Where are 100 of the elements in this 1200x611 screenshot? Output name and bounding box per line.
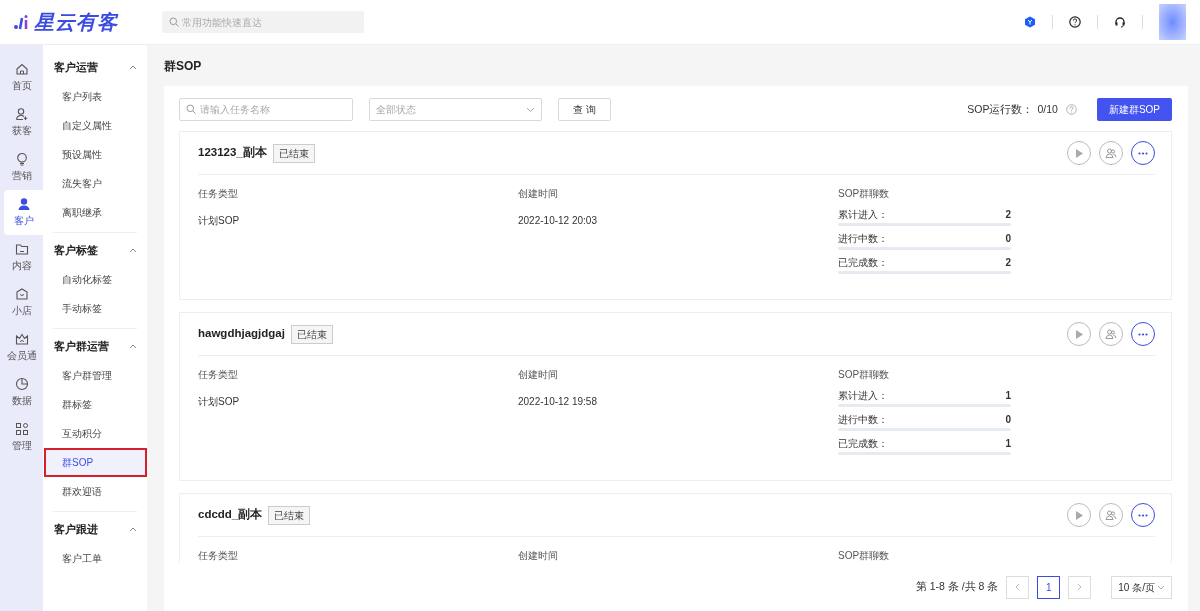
sidebar-group-title: 客户跟进: [54, 522, 98, 538]
chevron-up-icon[interactable]: [129, 344, 137, 349]
play-button[interactable]: [1067, 322, 1091, 346]
field-label: 创建时间: [518, 187, 559, 201]
help-icon[interactable]: [1069, 16, 1081, 28]
avatar[interactable]: [1159, 4, 1186, 40]
sidebar-item[interactable]: 客户工单: [44, 544, 147, 573]
chevron-down-icon: [1157, 584, 1165, 590]
field-label: 创建时间: [518, 368, 559, 382]
rail-item[interactable]: 获客: [0, 100, 43, 145]
folder-icon: [14, 242, 29, 256]
group-members-button[interactable]: [1099, 141, 1123, 165]
pagination-summary: 第 1-8 条 /共 8 条: [915, 579, 999, 595]
lightbulb-icon: [14, 152, 29, 166]
field-value: 计划SOP: [198, 395, 241, 409]
stat-label: 累计进入：: [838, 389, 888, 403]
shop-icon: [14, 287, 29, 301]
more-icon: [1138, 151, 1148, 155]
sidebar-item[interactable]: 离职继承: [44, 198, 147, 227]
user-icon: [16, 197, 31, 211]
query-button[interactable]: 查 询: [558, 98, 611, 121]
field-value: 计划SOP: [198, 214, 241, 228]
task-name: cdcdd_副本: [198, 507, 263, 523]
status-tag: 已结束: [290, 324, 333, 344]
stat-value: 2: [1005, 208, 1011, 222]
task-name: hawgdhjagjdgaj: [198, 326, 285, 342]
more-icon: [1138, 513, 1148, 517]
status-tag: 已结束: [268, 505, 311, 525]
logo-icon: [14, 14, 30, 30]
stat-label: 已完成数：: [838, 256, 888, 270]
play-icon: [1074, 147, 1084, 159]
group-members-button[interactable]: [1099, 503, 1123, 527]
chevron-up-icon[interactable]: [129, 65, 137, 70]
field-label: 任务类型: [198, 549, 239, 563]
rail-item[interactable]: 小店: [0, 280, 43, 325]
rail-item[interactable]: 管理: [0, 415, 43, 460]
sidebar-item[interactable]: 自定义属性: [44, 111, 147, 140]
hexagon-icon[interactable]: [1024, 16, 1036, 28]
group-members-button[interactable]: [1099, 322, 1123, 346]
sidebar-group-title: 客户标签: [54, 243, 98, 259]
sidebar-item[interactable]: 自动化标签: [44, 265, 147, 294]
field-label: 任务类型: [198, 187, 239, 201]
stat-value: 0: [1005, 232, 1011, 246]
rail-item[interactable]: 内容: [0, 235, 43, 280]
task-name: 123123_副本: [198, 145, 267, 161]
stats-title: SOP群聊数: [838, 187, 891, 201]
field-value: 2022-10-12 20:03: [518, 214, 598, 228]
rail-item[interactable]: 客户: [4, 190, 43, 235]
crown-icon: [14, 332, 29, 346]
new-sop-button[interactable]: 新建群SOP: [1096, 98, 1172, 121]
field-label: 任务类型: [198, 368, 239, 382]
play-button[interactable]: [1067, 503, 1091, 527]
stat-value: 1: [1005, 437, 1011, 451]
sidebar-item[interactable]: 预设属性: [44, 140, 147, 169]
rail-item[interactable]: 首页: [0, 55, 43, 100]
field-value: 2022-10-12 19:58: [518, 395, 598, 409]
stat-label: 已完成数：: [838, 437, 888, 451]
people-icon: [1105, 328, 1117, 340]
people-icon: [1105, 509, 1117, 521]
chevron-left-icon: [1015, 583, 1021, 591]
headset-icon[interactable]: [1114, 16, 1126, 28]
sidebar-item[interactable]: 客户群管理: [44, 361, 147, 390]
stat-value: 2: [1005, 256, 1011, 270]
people-icon: [1105, 147, 1117, 159]
sidebar-item[interactable]: 流失客户: [44, 169, 147, 198]
sidebar-item[interactable]: 互动积分: [44, 419, 147, 448]
sidebar-item[interactable]: 群欢迎语: [44, 477, 147, 506]
rail-item[interactable]: 数据: [0, 370, 43, 415]
play-icon: [1074, 328, 1084, 340]
more-icon: [1138, 332, 1148, 336]
play-icon: [1074, 509, 1084, 521]
stat-value: 0: [1005, 413, 1011, 427]
chevron-down-icon: [526, 106, 535, 113]
rail-item[interactable]: 会员通: [0, 325, 43, 370]
sidebar-item[interactable]: 群SOP: [44, 448, 147, 477]
sidebar-item[interactable]: 客户列表: [44, 82, 147, 111]
sidebar-item[interactable]: 手动标签: [44, 294, 147, 323]
task-search-field[interactable]: 请输入任务名称: [179, 98, 353, 121]
chevron-right-icon: [1077, 583, 1083, 591]
sidebar-item[interactable]: 群标签: [44, 390, 147, 419]
field-label: 创建时间: [518, 549, 559, 563]
page-button[interactable]: 1: [1037, 575, 1061, 599]
stats-title: SOP群聊数: [838, 368, 891, 382]
stat-label: 累计进入：: [838, 208, 888, 222]
more-button[interactable]: [1131, 141, 1155, 165]
play-button[interactable]: [1067, 141, 1091, 165]
chevron-up-icon[interactable]: [129, 527, 137, 532]
stat-label: 进行中数：: [838, 413, 888, 427]
rail-item[interactable]: 营销: [0, 145, 43, 190]
page-size-select[interactable]: 10 条/页: [1111, 575, 1172, 599]
grid-icon: [14, 422, 29, 436]
pie-chart-icon: [14, 377, 29, 391]
sidebar-group-title: 客户运营: [54, 60, 98, 76]
more-button[interactable]: [1131, 322, 1155, 346]
run-count-label: SOP运行数：: [967, 101, 1034, 117]
sidebar-group-title: 客户群运营: [54, 339, 109, 355]
more-button[interactable]: [1131, 503, 1155, 527]
stat-label: 进行中数：: [838, 232, 888, 246]
chevron-up-icon[interactable]: [129, 248, 137, 253]
status-tag: 已结束: [272, 143, 315, 163]
